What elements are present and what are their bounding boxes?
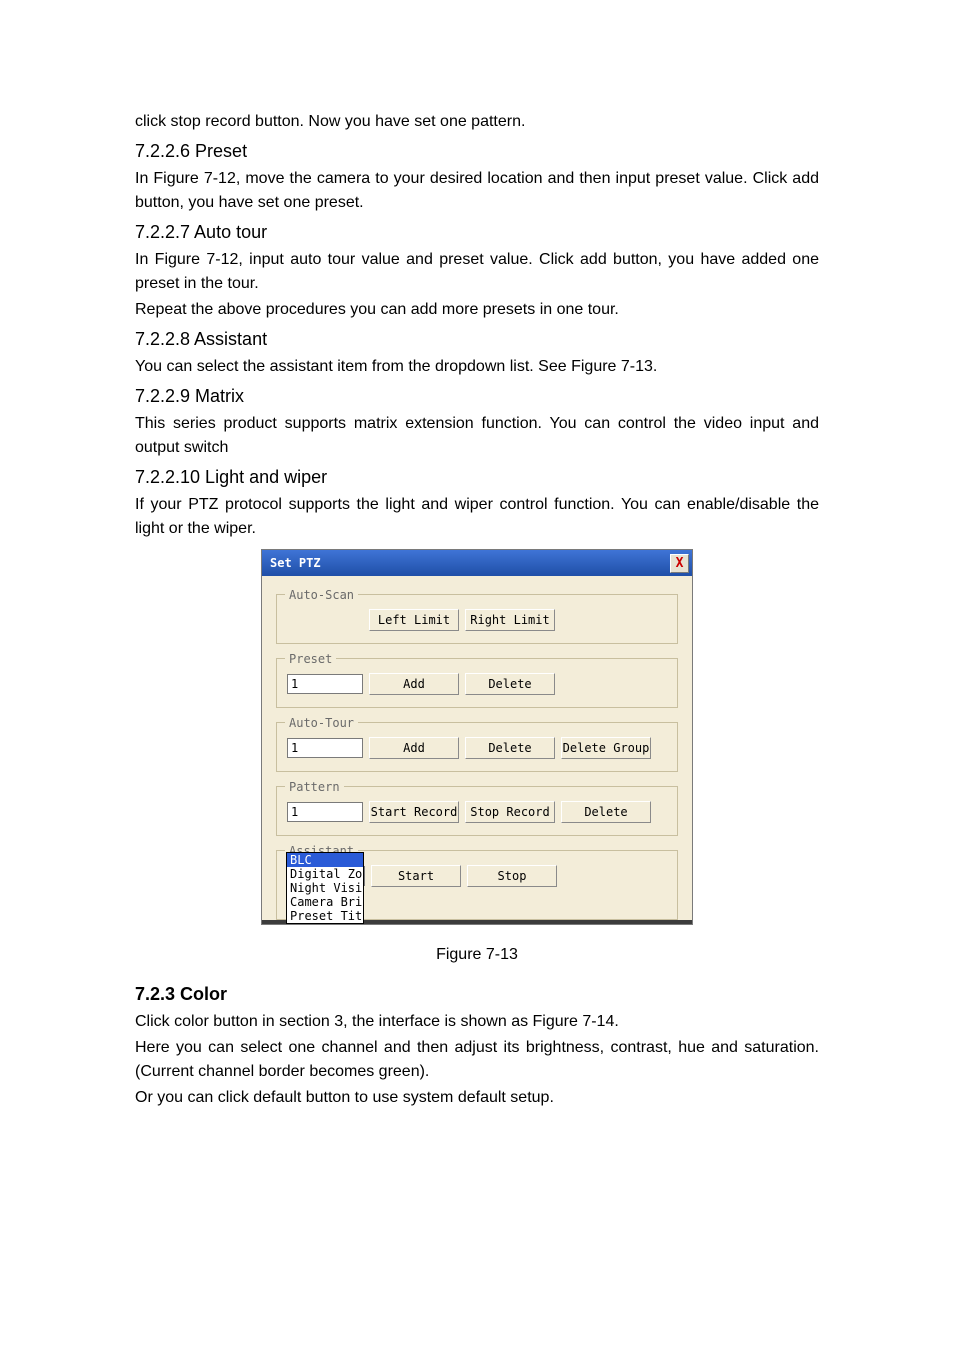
heading-7-2-2-7: 7.2.2.7 Auto tour xyxy=(135,219,819,246)
group-legend: Pattern xyxy=(285,778,344,796)
paragraph: In Figure 7-12, move the camera to your … xyxy=(135,167,819,215)
auto-tour-input[interactable] xyxy=(287,738,363,758)
group-pattern: Pattern Start Record Stop Record Delete xyxy=(276,786,678,836)
paragraph: This series product supports matrix exte… xyxy=(135,412,819,460)
group-preset: Preset Add Delete xyxy=(276,658,678,708)
dialog-titlebar[interactable]: Set PTZ X xyxy=(262,550,692,576)
paragraph: Repeat the above procedures you can add … xyxy=(135,298,819,322)
group-legend: Preset xyxy=(285,650,336,668)
pattern-stop-record-button[interactable]: Stop Record xyxy=(465,801,555,823)
dialog-title-text: Set PTZ xyxy=(270,554,321,572)
preset-input[interactable] xyxy=(287,674,363,694)
assistant-option[interactable]: Preset Title xyxy=(287,909,363,923)
figure-caption: Figure 7-13 xyxy=(135,943,819,967)
assistant-stop-button[interactable]: Stop xyxy=(467,865,557,887)
dialog-body: Auto-Scan Left Limit Right Limit Preset … xyxy=(262,576,692,920)
assistant-option[interactable]: Digital Zoom xyxy=(287,867,363,881)
assistant-option[interactable]: Camera Brightness xyxy=(287,895,363,909)
document-page: click stop record button. Now you have s… xyxy=(0,0,954,1350)
heading-7-2-3: 7.2.3 Color xyxy=(135,981,819,1008)
paragraph: In Figure 7-12, input auto tour value an… xyxy=(135,248,819,296)
paragraph: Click color button in section 3, the int… xyxy=(135,1010,819,1034)
group-legend: Auto-Tour xyxy=(285,714,358,732)
pattern-input[interactable] xyxy=(287,802,363,822)
auto-tour-delete-button[interactable]: Delete xyxy=(465,737,555,759)
auto-tour-delete-group-button[interactable]: Delete Group xyxy=(561,737,651,759)
heading-7-2-2-9: 7.2.2.9 Matrix xyxy=(135,383,819,410)
paragraph: Here you can select one channel and then… xyxy=(135,1036,819,1084)
left-limit-button[interactable]: Left Limit xyxy=(369,609,459,631)
assistant-option[interactable]: Night Vision xyxy=(287,881,363,895)
close-icon[interactable]: X xyxy=(670,554,689,573)
heading-7-2-2-6: 7.2.2.6 Preset xyxy=(135,138,819,165)
heading-7-2-2-8: 7.2.2.8 Assistant xyxy=(135,326,819,353)
heading-7-2-2-10: 7.2.2.10 Light and wiper xyxy=(135,464,819,491)
group-auto-scan: Auto-Scan Left Limit Right Limit xyxy=(276,594,678,644)
paragraph: If your PTZ protocol supports the light … xyxy=(135,493,819,541)
preset-add-button[interactable]: Add xyxy=(369,673,459,695)
preset-delete-button[interactable]: Delete xyxy=(465,673,555,695)
assistant-select-dropdown[interactable]: BLC Digital Zoom Night Vision Camera Bri… xyxy=(286,852,364,924)
group-auto-tour: Auto-Tour Add Delete Delete Group xyxy=(276,722,678,772)
paragraph: click stop record button. Now you have s… xyxy=(135,110,819,134)
paragraph: You can select the assistant item from t… xyxy=(135,355,819,379)
assistant-start-button[interactable]: Start xyxy=(371,865,461,887)
auto-tour-add-button[interactable]: Add xyxy=(369,737,459,759)
group-legend: Auto-Scan xyxy=(285,586,358,604)
set-ptz-dialog: Set PTZ X Auto-Scan Left Limit Right Lim… xyxy=(261,549,693,925)
pattern-delete-button[interactable]: Delete xyxy=(561,801,651,823)
pattern-start-record-button[interactable]: Start Record xyxy=(369,801,459,823)
figure-7-13: Set PTZ X Auto-Scan Left Limit Right Lim… xyxy=(135,549,819,925)
paragraph: Or you can click default button to use s… xyxy=(135,1086,819,1110)
assistant-option[interactable]: BLC xyxy=(287,853,363,867)
right-limit-button[interactable]: Right Limit xyxy=(465,609,555,631)
